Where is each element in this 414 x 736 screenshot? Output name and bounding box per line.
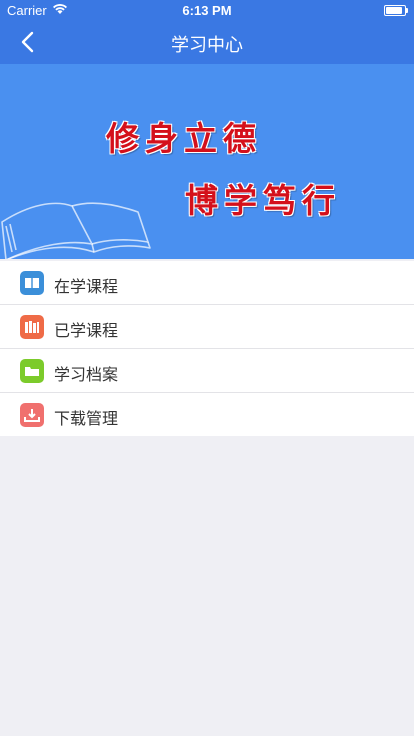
menu-item-label: 已学课程: [54, 321, 119, 340]
slogan-line-2: 博学笃行: [185, 181, 341, 220]
slogan-line-1: 修身立德: [106, 119, 262, 158]
page-title: 学习中心: [171, 35, 243, 56]
menu-item-label: 下载管理: [54, 409, 119, 428]
download-icon: [20, 403, 44, 427]
folder-icon: [20, 359, 44, 383]
menu-item-download-management[interactable]: 下载管理: [0, 393, 414, 436]
book-icon: [20, 271, 44, 295]
nav-bar: 学习中心: [0, 20, 414, 64]
menu-item-completed-courses[interactable]: 已学课程: [0, 305, 414, 349]
books-icon: [20, 315, 44, 339]
menu-item-learning-records[interactable]: 学习档案: [0, 349, 414, 393]
banner: 修身立德 博学笃行: [0, 64, 414, 259]
battery-icon: [384, 5, 408, 16]
menu-item-label: 学习档案: [54, 365, 119, 384]
status-bar: Carrier 6:13 PM: [0, 0, 414, 20]
open-book-icon: [1, 202, 151, 259]
menu-list: 在学课程 已学课程 学习档案 下载管理: [0, 261, 414, 436]
menu-item-label: 在学课程: [54, 277, 119, 296]
clock: 6:13 PM: [182, 3, 232, 18]
menu-item-current-courses[interactable]: 在学课程: [0, 261, 414, 305]
